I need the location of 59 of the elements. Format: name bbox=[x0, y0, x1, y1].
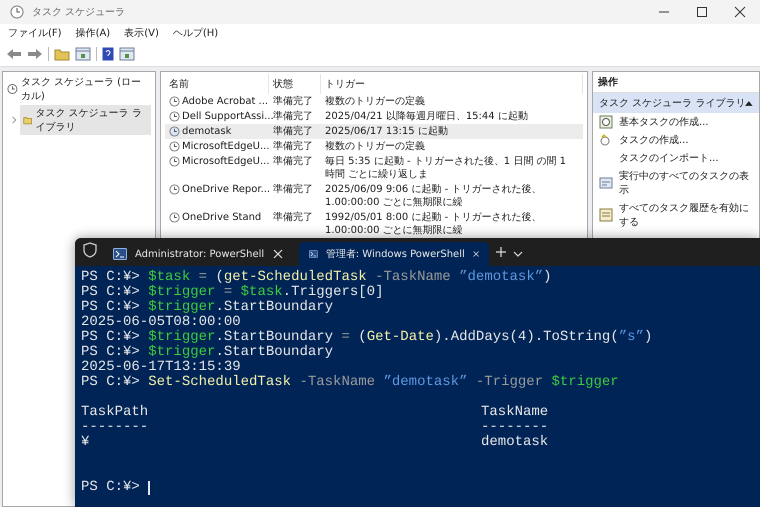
section-header[interactable]: タスク スケジューラ ライブラリ bbox=[593, 93, 759, 113]
action-link[interactable]: タスクの作成... bbox=[593, 131, 759, 149]
tree-item[interactable]: タスク スケジューラ ライブラリ bbox=[20, 105, 151, 135]
task-row[interactable]: Dell SupportAssi...準備完了 2025/04/21 以降毎週月曜日、15:44 に起動 bbox=[165, 109, 583, 124]
table-cell: ¥ bbox=[81, 435, 90, 450]
console-line: PS C:¥> $task = (get-ScheduledTask -TaskName ”demotask”) bbox=[81, 270, 553, 285]
log-icon bbox=[599, 208, 613, 222]
task-row[interactable]: MicrosoftEdgeU... 準備完了 複数のトリガーの定義 bbox=[165, 139, 583, 154]
console-line: 2025-06-17T13:15:39 bbox=[81, 360, 241, 375]
terminal-icon bbox=[113, 248, 127, 260]
terminal-tab[interactable]: Administrator: PowerShell bbox=[103, 242, 293, 266]
console-line: PS C:¥> $trigger.StartBoundary = (Get-Date).AddDays(4).ToString(”s”) bbox=[81, 330, 654, 345]
help-icon[interactable] bbox=[102, 47, 114, 61]
console-prompt: PS C:¥> bbox=[81, 480, 141, 495]
action-link[interactable]: すべてのタスク履歴を有効にする bbox=[593, 199, 759, 231]
column-header[interactable]: トリガー bbox=[321, 74, 583, 94]
column-header: TaskPath bbox=[81, 405, 148, 420]
window-list-icon bbox=[599, 176, 613, 190]
console-line: PS C:¥> $trigger = $task.Triggers[0] bbox=[81, 285, 384, 300]
column-header[interactable]: 名前 bbox=[165, 74, 269, 94]
maximize-icon[interactable] bbox=[696, 6, 708, 18]
console-line: PS C:¥> $trigger.StartBoundary bbox=[81, 300, 334, 315]
header-rule: -------- bbox=[81, 420, 148, 435]
console-line: 2025-06-05T08:00:00 bbox=[81, 315, 241, 330]
task-row[interactable]: MicrosoftEdgeU... 準備完了 毎日 5:35 に起動 - トリガーされた後、1 日間 の間 1 時間 ごとに繰り返しま bbox=[165, 154, 583, 182]
menu-item[interactable]: 操作(A) bbox=[76, 26, 110, 40]
action-link[interactable]: 基本タスクの作成... bbox=[593, 113, 759, 131]
console-line: PS C:¥> Set-ScheduledTask -TaskName ”demotask” -Trigger $trigger bbox=[81, 375, 620, 390]
tree-item[interactable]: タスク スケジューラ (ローカル) bbox=[5, 74, 153, 104]
folder-icon[interactable] bbox=[54, 47, 70, 61]
window-title: タスク スケジューラ bbox=[32, 6, 126, 19]
terminal-icon bbox=[309, 248, 318, 260]
shield-icon bbox=[83, 242, 97, 258]
close-icon[interactable] bbox=[472, 249, 479, 259]
column-header: TaskName bbox=[481, 405, 548, 420]
collapse-arrow-icon[interactable] bbox=[745, 100, 753, 106]
forward-arrow-icon[interactable] bbox=[27, 47, 43, 61]
task-row[interactable]: Adobe Acrobat ... 準備完了 複数のトリガーの定義 bbox=[165, 94, 583, 109]
task-row[interactable]: OneDrive Stand 準備完了 1992/05/01 8:00 に起動 - トリガーされた後、1.00:00:00 ごとに無期限に繰 bbox=[165, 210, 583, 238]
action-link[interactable]: 実行中のすべてのタスクの表示 bbox=[593, 167, 759, 199]
panel-icon[interactable] bbox=[119, 47, 135, 61]
menu-item[interactable]: ヘルプ(H) bbox=[172, 26, 218, 40]
task-row[interactable]: demotask 準備完了 2025/06/17 13:15 に起動 bbox=[165, 124, 583, 139]
close-icon[interactable] bbox=[734, 6, 746, 18]
dropdown-icon[interactable] bbox=[513, 250, 523, 258]
back-arrow-icon[interactable] bbox=[6, 47, 22, 61]
text-cursor bbox=[148, 480, 150, 494]
chevron-icon[interactable] bbox=[11, 115, 18, 125]
table-cell: demotask bbox=[481, 435, 548, 450]
menu-item[interactable]: ファイル(F) bbox=[8, 26, 62, 40]
menu-item[interactable]: 表示(V) bbox=[124, 26, 159, 40]
action-link[interactable]: タスクのインポート... bbox=[593, 149, 759, 167]
new-tab-icon[interactable] bbox=[495, 246, 507, 258]
console-line: PS C:¥> $trigger.StartBoundary bbox=[81, 345, 334, 360]
terminal-tab[interactable]: 管理者: Windows PowerShell bbox=[299, 242, 489, 266]
task-row[interactable]: OneDrive Repor... 準備完了 2025/06/09 9:06 に起動 - トリガーされた後、1.00:00:00 ごとに無期限に繰 bbox=[165, 182, 583, 210]
column-header[interactable]: 状態 bbox=[269, 74, 321, 94]
header-rule: -------- bbox=[481, 420, 548, 435]
panel-icon[interactable] bbox=[75, 47, 91, 61]
